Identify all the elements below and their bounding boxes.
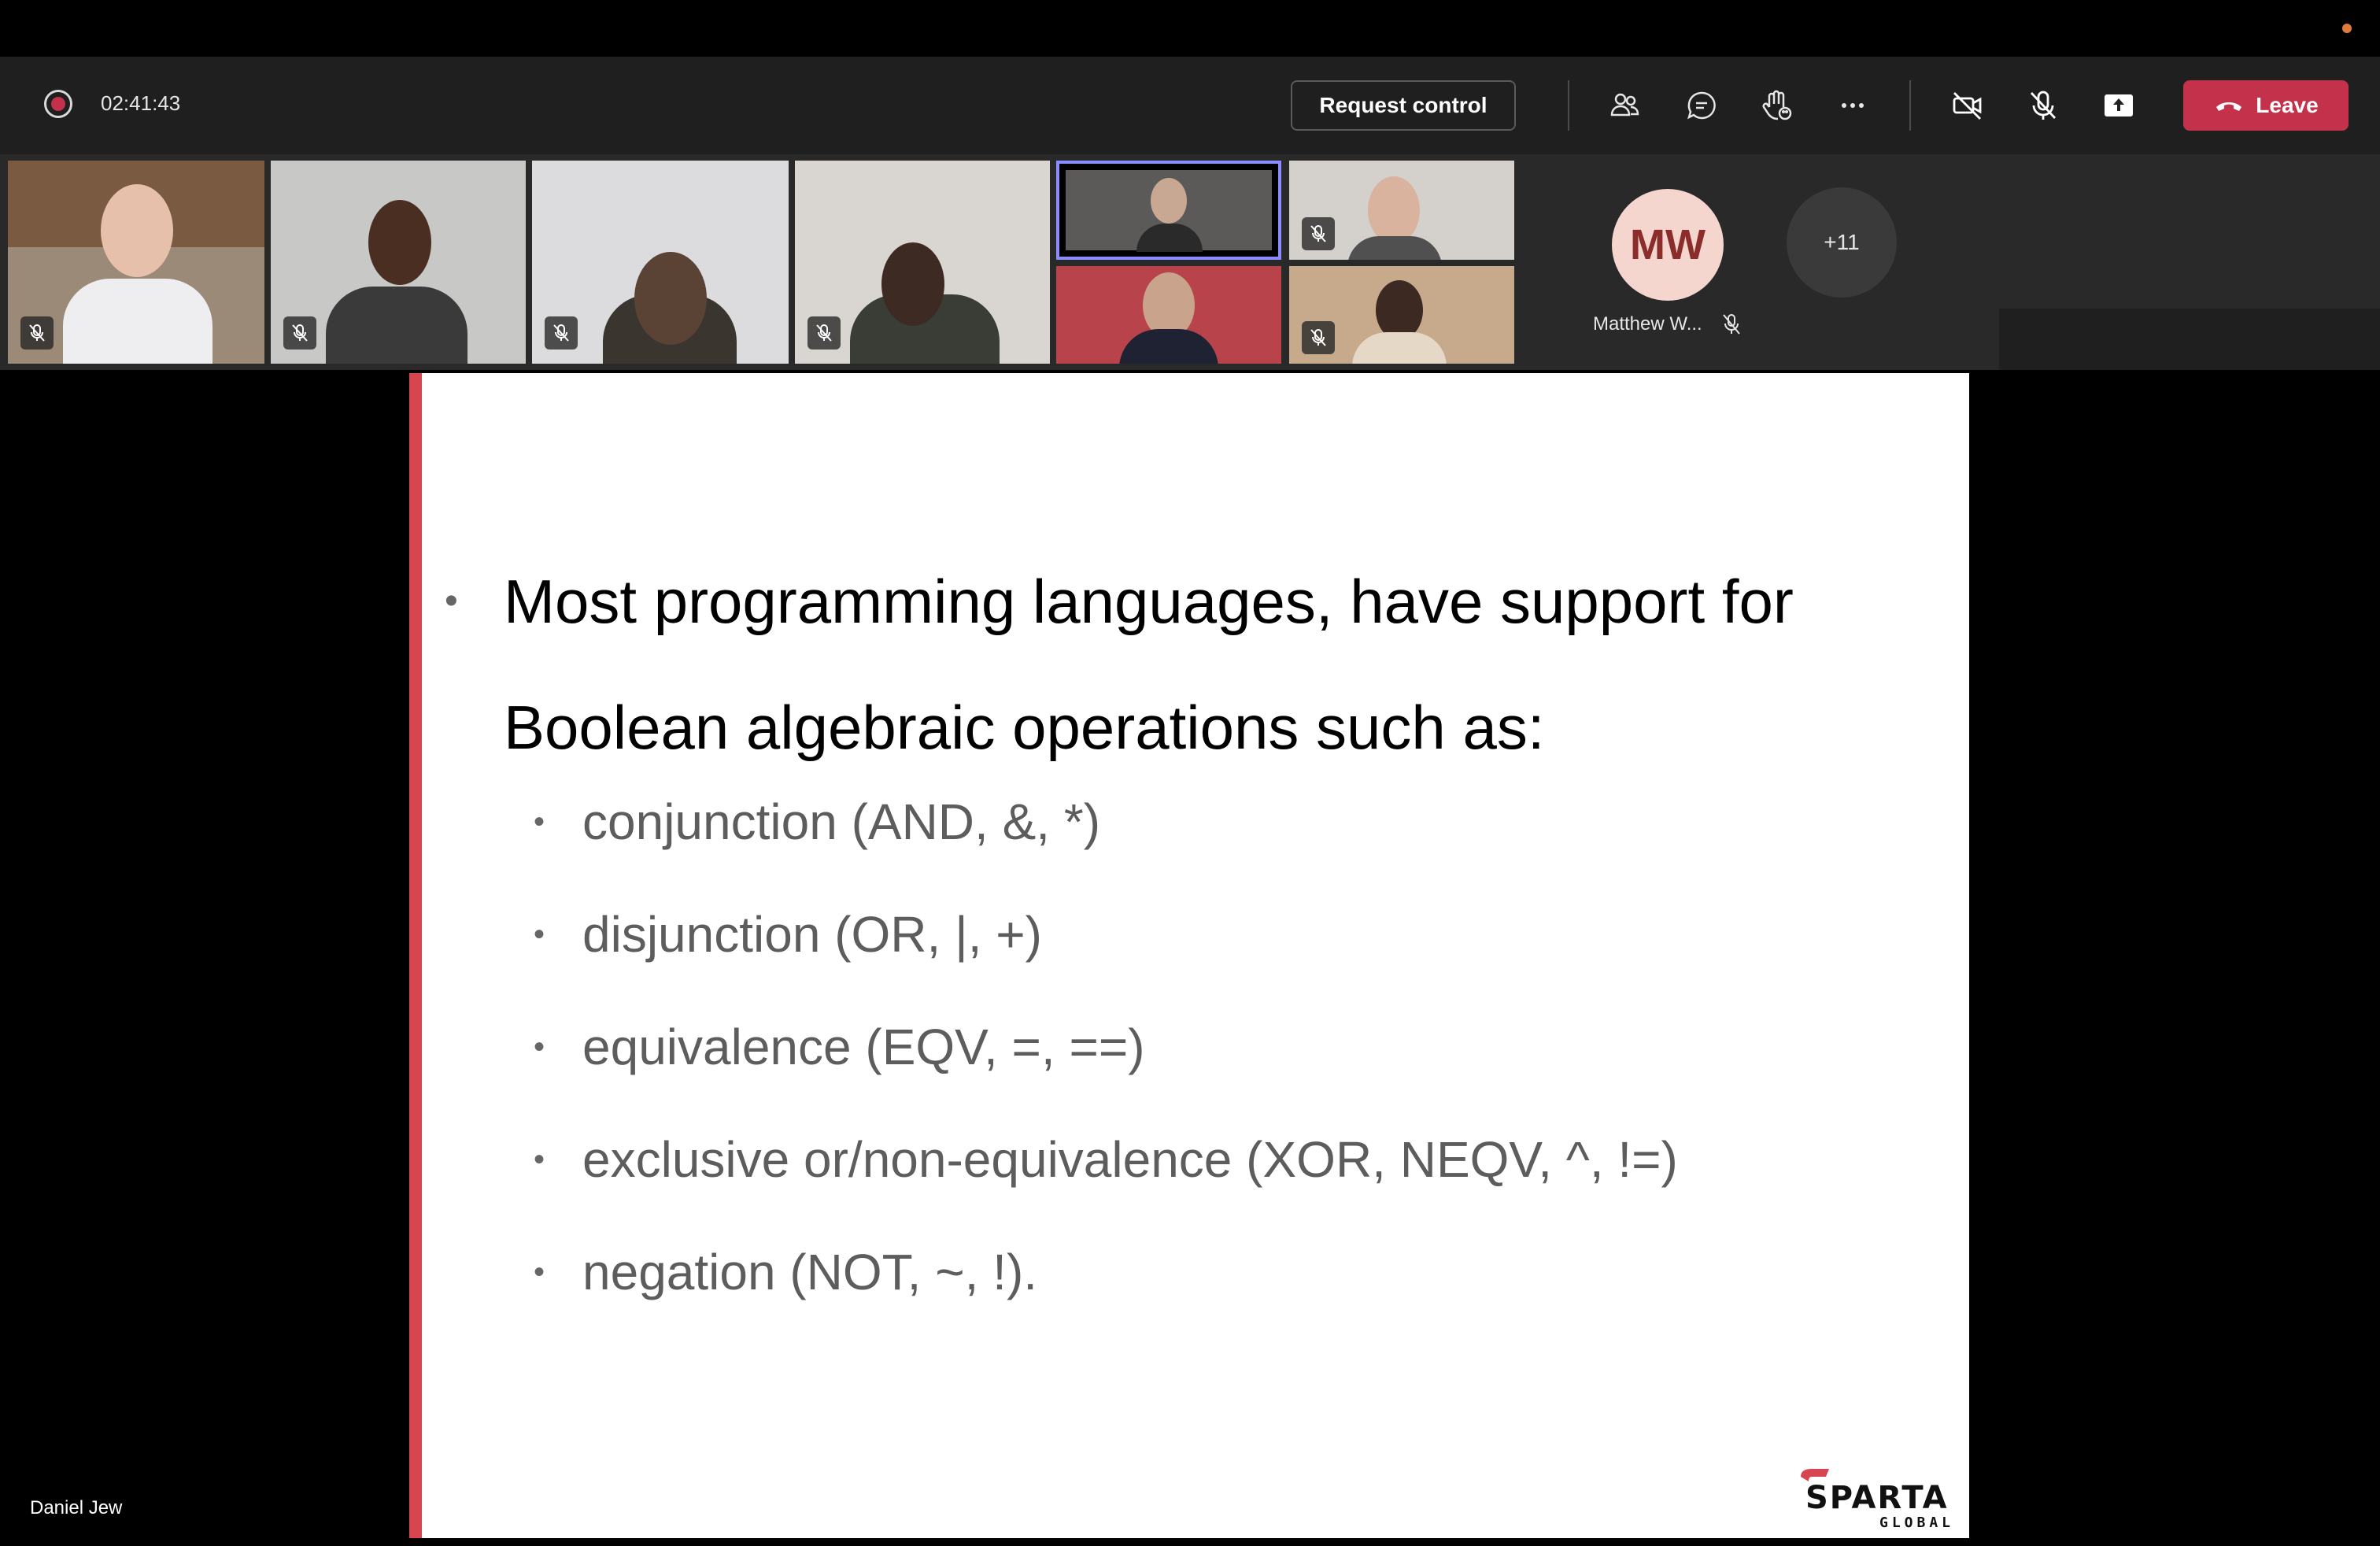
shared-screen-stage: • Most programming languages, have suppo… — [0, 370, 2380, 1546]
participant-video-tile[interactable] — [532, 161, 789, 364]
muted-mic-icon — [545, 316, 578, 350]
meeting-timer: 02:41:43 — [101, 91, 181, 115]
chat-icon[interactable] — [1683, 87, 1720, 124]
record-icon — [44, 90, 72, 118]
muted-mic-icon — [1302, 217, 1335, 250]
participant-video-tile-active[interactable] — [1056, 161, 1281, 260]
participant-video-tile[interactable] — [1289, 266, 1514, 364]
status-dot — [2342, 24, 2352, 33]
sub-bullet: • exclusive or/non-equivalence (XOR, NEQV… — [534, 1131, 1678, 1188]
slide-main-bullet: • Most programming languages, have suppo… — [445, 538, 1905, 790]
muted-mic-icon — [20, 316, 54, 350]
request-control-button[interactable]: Request control — [1291, 80, 1516, 131]
bullet-dot: • — [445, 580, 458, 622]
slide-accent-bar — [409, 373, 422, 1538]
sub-bullet: • disjunction (OR, |, +) — [534, 906, 1042, 963]
more-icon[interactable] — [1834, 87, 1872, 124]
participants-icon[interactable] — [1606, 87, 1643, 124]
participant-video-tile[interactable] — [795, 161, 1050, 364]
presentation-slide: • Most programming languages, have suppo… — [409, 373, 1969, 1538]
main-bullet-text: Most programming languages, have support… — [504, 567, 1794, 762]
sub-bullet: • negation (NOT, ~, !). — [534, 1244, 1038, 1300]
hang-up-icon — [2216, 102, 2242, 111]
share-screen-icon[interactable] — [2100, 87, 2138, 124]
toolbar-divider — [1909, 80, 1911, 131]
leave-label: Leave — [2256, 93, 2319, 117]
participant-avatar-mw[interactable]: MW — [1612, 189, 1724, 301]
participant-name: Matthew W... — [1593, 313, 1702, 335]
muted-mic-icon — [1723, 314, 1740, 335]
svg-text:GLOBAL: GLOBAL — [1879, 1515, 1954, 1531]
slide-sub-bullets: • conjunction (AND, &, *) • disjunction (O… — [534, 782, 1678, 1345]
muted-mic-icon — [808, 316, 841, 350]
sub-bullet: • equivalence (EQV, =, ==) — [534, 1019, 1145, 1075]
participant-video-tile[interactable] — [1056, 266, 1281, 364]
presenter-name: Daniel Jew — [30, 1497, 123, 1518]
toolbar-divider — [1568, 80, 1569, 131]
svg-text:SPARTA: SPARTA — [1805, 1480, 1949, 1516]
meeting-toolbar: 02:41:43 Request control Leave — [0, 57, 2380, 154]
sparta-global-logo: SPARTA GLOBAL — [1801, 1469, 1954, 1531]
camera-off-icon[interactable] — [1949, 87, 1986, 124]
reactions-icon[interactable] — [1758, 87, 1796, 124]
participant-strip: MW Matthew W... +11 JP — [0, 154, 2380, 524]
participant-video-tile[interactable] — [271, 161, 526, 364]
stage-margin — [8, 370, 409, 1538]
participant-video-tile[interactable] — [8, 161, 264, 364]
mic-off-icon[interactable] — [2024, 87, 2062, 124]
leave-button[interactable]: Leave — [2183, 80, 2349, 131]
sub-bullet: • conjunction (AND, &, *) — [534, 793, 1101, 850]
title-bar — [0, 0, 2380, 57]
muted-mic-icon — [1302, 321, 1335, 354]
muted-mic-icon — [283, 316, 316, 350]
more-participants-button[interactable]: +11 — [1787, 187, 1897, 298]
participant-video-tile[interactable] — [1289, 161, 1514, 260]
